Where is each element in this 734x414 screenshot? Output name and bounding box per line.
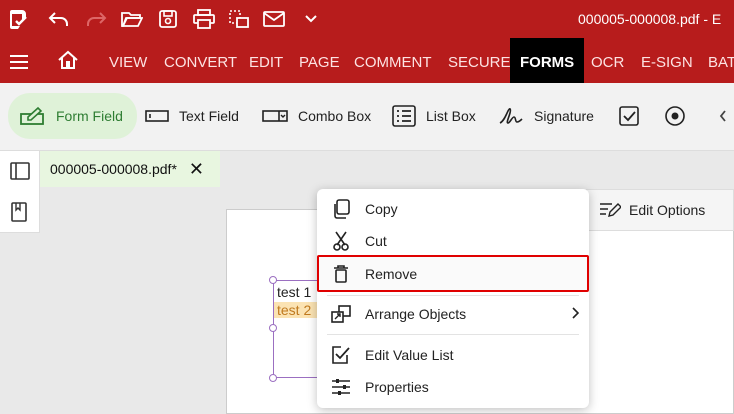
resize-handle[interactable] bbox=[269, 324, 277, 332]
signature-button[interactable]: Signature bbox=[498, 93, 594, 139]
app-logo-icon[interactable] bbox=[6, 7, 30, 31]
combo-box-label: Combo Box bbox=[298, 108, 372, 124]
document-tab[interactable]: 000005-000008.pdf* ✕ bbox=[40, 151, 220, 187]
panel-toggle-icon[interactable] bbox=[10, 162, 30, 182]
signature-icon bbox=[499, 108, 523, 124]
hamburger-menu-icon[interactable] bbox=[10, 55, 28, 69]
checkbox-icon bbox=[619, 106, 639, 126]
text-field-label: Text Field bbox=[179, 108, 239, 124]
text-field-button[interactable]: Text Field bbox=[145, 93, 239, 139]
copy-label: Copy bbox=[365, 201, 398, 217]
edit-value-list-menu-item[interactable]: Edit Value List bbox=[317, 339, 589, 371]
remove-label: Remove bbox=[365, 265, 418, 282]
menu-separator bbox=[327, 334, 579, 335]
scissors-icon bbox=[331, 231, 351, 251]
copy-icon bbox=[331, 199, 351, 219]
form-field-icon bbox=[20, 106, 44, 125]
chevron-left-icon bbox=[719, 110, 726, 122]
menu-esign[interactable]: E-SIGN bbox=[641, 38, 693, 83]
checkbox-tool-button[interactable] bbox=[618, 93, 650, 139]
properties-menu-item[interactable]: Properties bbox=[317, 371, 589, 403]
redo-icon[interactable] bbox=[84, 7, 108, 31]
list-option[interactable]: test 1 bbox=[277, 284, 311, 300]
menu-forms[interactable]: FORMS bbox=[510, 38, 585, 83]
signature-label: Signature bbox=[534, 108, 594, 124]
print-icon[interactable] bbox=[192, 7, 216, 31]
close-tab-icon[interactable]: ✕ bbox=[189, 159, 204, 180]
home-icon[interactable] bbox=[57, 50, 79, 75]
menu-ocr[interactable]: OCR bbox=[591, 38, 624, 83]
menu-edit[interactable]: EDIT bbox=[249, 38, 283, 83]
radio-button-tool[interactable] bbox=[664, 93, 696, 139]
list-box-button[interactable]: List Box bbox=[392, 93, 476, 139]
edit-value-list-label: Edit Value List bbox=[365, 347, 454, 363]
menu-view[interactable]: VIEW bbox=[109, 38, 147, 83]
form-field-button[interactable]: Form Field bbox=[8, 93, 137, 139]
arrange-objects-label: Arrange Objects bbox=[365, 306, 467, 322]
bookmark-icon[interactable] bbox=[10, 202, 30, 222]
document-tab-label: 000005-000008.pdf* bbox=[50, 161, 177, 177]
resize-handle[interactable] bbox=[269, 276, 277, 284]
menu-convert[interactable]: CONVERT bbox=[164, 38, 237, 83]
trash-icon bbox=[331, 264, 351, 284]
edit-list-icon bbox=[331, 345, 351, 365]
cut-menu-item[interactable]: Cut bbox=[317, 225, 589, 257]
menu-batch[interactable]: BAT bbox=[708, 38, 734, 83]
menu-page[interactable]: PAGE bbox=[299, 38, 340, 83]
chevron-right-icon bbox=[571, 306, 580, 322]
open-folder-icon[interactable] bbox=[120, 7, 144, 31]
document-title: 000005-000008.pdf - E bbox=[578, 11, 722, 27]
title-bar: 000005-000008.pdf - E bbox=[0, 0, 734, 38]
combo-box-button[interactable]: Combo Box bbox=[262, 93, 371, 139]
radio-button-icon bbox=[665, 106, 685, 126]
list-box-label: List Box bbox=[426, 108, 476, 124]
email-icon[interactable] bbox=[262, 7, 286, 31]
left-sidebar bbox=[0, 151, 40, 233]
resize-handle[interactable] bbox=[269, 374, 277, 382]
list-option-selected[interactable]: test 2 bbox=[274, 302, 322, 318]
menu-separator bbox=[327, 295, 579, 296]
text-field-icon bbox=[145, 110, 169, 122]
arrange-icon bbox=[331, 304, 351, 324]
edit-options-button[interactable]: Edit Options bbox=[586, 189, 734, 231]
menu-comment[interactable]: COMMENT bbox=[354, 38, 432, 83]
remove-menu-item[interactable]: Remove bbox=[317, 255, 589, 292]
edit-options-icon bbox=[600, 203, 621, 217]
combo-box-icon bbox=[262, 110, 288, 122]
sliders-icon bbox=[331, 377, 351, 397]
scan-icon[interactable] bbox=[227, 7, 251, 31]
chevron-down-icon[interactable] bbox=[299, 7, 323, 31]
cut-label: Cut bbox=[365, 233, 387, 249]
list-box-icon bbox=[392, 105, 416, 127]
save-icon[interactable] bbox=[156, 7, 180, 31]
menu-bar: VIEW CONVERT EDIT PAGE COMMENT SECURE FO… bbox=[0, 38, 734, 83]
edit-options-label: Edit Options bbox=[629, 202, 706, 218]
undo-icon[interactable] bbox=[47, 7, 71, 31]
arrange-objects-menu-item[interactable]: Arrange Objects bbox=[317, 298, 589, 330]
context-menu: Copy Cut Remove Arrange Objects Edit Val… bbox=[317, 189, 589, 408]
forms-ribbon: Form Field Text Field Combo Box List Box… bbox=[0, 83, 734, 151]
menu-secure[interactable]: SECURE bbox=[448, 38, 511, 83]
properties-label: Properties bbox=[365, 379, 429, 395]
copy-menu-item[interactable]: Copy bbox=[317, 193, 589, 225]
form-field-label: Form Field bbox=[56, 108, 123, 124]
ribbon-scroll-left[interactable] bbox=[718, 93, 734, 139]
